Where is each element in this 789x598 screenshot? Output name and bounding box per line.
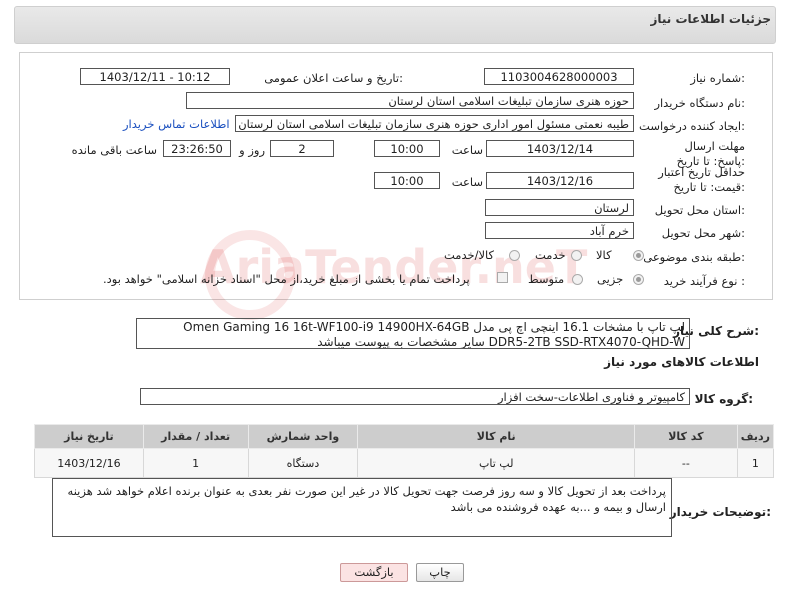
panel-title: جزئیات اطلاعات نیاز [650,12,771,26]
remaining-label: ساعت باقی مانده [71,143,157,157]
cell-row: 1 [736,448,775,478]
cell-quantity: 1 [142,448,249,478]
category-radio-service[interactable] [571,250,582,261]
remaining-time-field: 23:26:50 [163,140,231,157]
cell-item-code: -- [634,448,738,478]
col-row: ردیف [736,424,775,449]
city-field: خرم آباد [485,222,634,239]
buyer-org-label: نام دستگاه خریدار: [654,96,745,110]
col-item-code: کد کالا [634,424,738,449]
category-option-both: کالا/خدمت [444,248,495,262]
need-number-label: شماره نیاز: [690,71,745,85]
buyer-notes-field: پرداخت بعد از تحویل کالا و سه روز فرصت ج… [52,478,672,537]
col-unit: واحد شمارش [247,424,359,449]
back-button[interactable]: بازگشت [340,563,408,582]
announce-field: 1403/12/11 - 10:12 [80,68,230,85]
price-date-field: 1403/12/16 [486,172,634,189]
price-time-field: 10:00 [374,172,440,189]
buyer-notes-label: توضیحات خریدار: [669,505,771,519]
category-option-service: خدمت [535,248,566,262]
goods-table-header: تاریخ نیاز تعداد / مقدار واحد شمارش نام … [34,424,775,449]
purchase-option-medium: متوسط [528,272,565,286]
col-need-date: تاریخ نیاز [34,424,144,449]
goods-section-title: اطلاعات کالاهای مورد نیاز [604,355,759,369]
goods-group-label: گروه کالا: [694,392,753,406]
province-field: لرستان [485,199,634,216]
reply-date-field: 1403/12/14 [486,140,634,157]
category-label: طبقه بندی موضوعی: [643,250,745,264]
days-label: روز و [239,143,265,157]
city-label: شهر محل تحویل: [661,226,745,240]
table-row: 1403/12/16 1 دستگاه لپ تاپ -- 1 [34,448,775,478]
requester-label: ایجاد کننده درخواست: [639,119,745,133]
requester-field: طیبه نعمتی مسئول امور اداری حوزه هنری سا… [235,115,634,132]
description-field: لپ تاپ با مشخات 16.1 اینچی اچ پی مدل Ome… [136,318,690,349]
buyer-contact-link[interactable]: اطلاعات تماس خریدار [123,117,230,131]
col-item-name: نام کالا [357,424,636,449]
purchase-option-small: جزیی [597,272,624,286]
cell-item-name: لپ تاپ [357,448,636,478]
purchase-radio-small[interactable] [633,274,644,285]
purchase-type-label: نوع فرآیند خرید : [663,274,745,288]
price-time-label: ساعت [451,175,483,189]
col-quantity: تعداد / مقدار [142,424,249,449]
category-radio-goods[interactable] [633,250,644,261]
category-option-goods: کالا [596,248,612,262]
goods-group-field: کامپیوتر و فناوری اطلاعات-سخت افزار [140,388,690,405]
cell-unit: دستگاه [247,448,359,478]
cell-need-date: 1403/12/16 [34,448,144,478]
days-field: 2 [270,140,334,157]
price-validity-label: حداقل تاریخ اعتبار قیمت: تا تاریخ: [658,165,745,194]
announce-label: تاریخ و ساعت اعلان عمومی: [264,71,403,85]
province-label: استان محل تحویل: [654,203,745,217]
payment-note: پرداخت تمام یا بخشی از مبلغ خرید،از محل … [103,272,470,286]
purchase-radio-medium[interactable] [572,274,583,285]
category-radio-both[interactable] [509,250,520,261]
goods-table: تاریخ نیاز تعداد / مقدار واحد شمارش نام … [34,424,775,478]
print-button[interactable]: چاپ [416,563,464,582]
reply-time-label: ساعت [451,143,483,157]
need-number-field: 1103004628000003 [484,68,634,85]
reply-time-field: 10:00 [374,140,440,157]
buyer-org-field: حوزه هنری سازمان تبلیغات اسلامی استان لر… [186,92,634,109]
treasury-payment-checkbox[interactable] [497,272,508,283]
